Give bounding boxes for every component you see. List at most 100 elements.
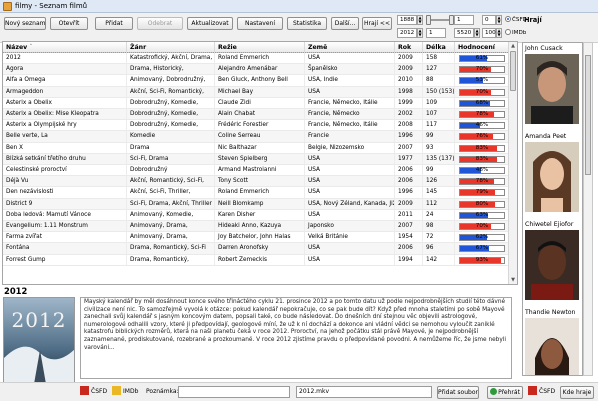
cell-year: 2011 [395,209,423,221]
add-file-button[interactable]: Přidat soubor [437,386,479,399]
column-header-genre[interactable]: Žánr [127,42,215,53]
table-row[interactable]: Alfa a Omega Animovaný, Dobrodružný, Ben G… [3,75,509,87]
stats-button[interactable]: Statistika [287,17,327,30]
rating-to-spinner[interactable]: ▲ ▼ [496,28,502,38]
table-scrollbar[interactable]: ▲ ▼ [508,42,517,284]
column-header-rating[interactable]: Hodnocení [455,42,509,53]
table-row[interactable]: Agora Drama, Historický, Alejandro Amenába… [3,64,509,76]
cell-genre: Drama [127,142,215,154]
table-row[interactable]: Belle verte, La Komedie Coline Serreau Fran… [3,131,509,143]
imdb-link[interactable]: IMDb [112,386,138,399]
movie-table[interactable]: Název ˆ Žánr Režie Země Rok Délka Hodnoc… [2,41,518,285]
year-from-field[interactable]: 1888 [397,15,417,25]
scroll-up-icon[interactable]: ▲ [509,42,517,50]
actor-card[interactable]: Amanda Peet [525,133,579,212]
rating-from-field[interactable]: 0 [482,15,496,25]
cell-length: 99 [423,165,455,176]
update-button[interactable]: Aktualizovat [187,17,233,30]
cell-name: Asterix a Obelix: Mise Kleopatra [3,109,127,120]
actor-card[interactable]: Chiwetel Ejiofor [525,221,579,300]
cell-length: 98 [423,221,455,232]
table-row[interactable]: Fontána Drama, Romantický, Sci-Fi Darren A… [3,243,509,255]
add-button[interactable]: Přidat [95,17,133,30]
cell-year: 2007 [395,142,423,154]
rating-bar: 79% [459,189,505,197]
rating-bar: 70% [459,223,505,230]
column-header-director[interactable]: Režie [215,42,305,53]
rating-percent: 79% [475,189,489,196]
column-header-country[interactable]: Země [305,42,395,53]
table-row[interactable]: Blízká setkání třetího druhu Sci-Fi, Dram… [3,153,509,165]
length-to-spinner[interactable]: ▲ ▼ [474,28,480,38]
length-min-field[interactable]: 1 [454,15,474,25]
cell-year: 2006 [395,176,423,188]
cell-name: Farma zvířat [3,232,127,244]
table-row[interactable]: District 9 Sci-Fi, Drama, Akční, Thriller… [3,198,509,210]
table-row[interactable]: Déjà Vu Akční, Romantický, Sci-Fi, Tony Sc… [3,176,509,188]
cell-length: 117 [423,120,455,132]
window-title: filmy - Seznam filmů [15,2,88,10]
cell-country: Belgie, Nizozemsko [305,142,395,154]
csfd-link[interactable]: ČSFD [80,386,107,399]
actors-scroll-thumb[interactable] [585,55,591,175]
cell-length: 145 [423,187,455,199]
table-row[interactable]: Asterix a Obelix Dobrodružný, Komedie, Cla… [3,97,509,109]
scroll-down-icon[interactable]: ▼ [509,276,517,284]
open-button[interactable]: Otevřít [50,17,88,30]
table-row[interactable]: 2012 Katastrofický, Akční, Drama, Roland E… [3,51,510,66]
rating-from-spinner[interactable]: ▲ ▼ [496,15,502,25]
cell-year: 2008 [395,120,423,132]
table-row[interactable]: Evangelium: 1.11 Monstrum Animovaný, Dram… [3,221,509,233]
year-slider[interactable] [426,15,454,25]
actor-card[interactable]: Thandie Newton [525,309,579,375]
cell-director: Karen Disher [215,209,305,221]
table-row[interactable]: Doba ledová: Mamutí Vánoce Animovaný, Kom… [3,209,509,221]
table-row[interactable]: Asterix a Obelix: Mise Kleopatra Dobrodru… [3,109,509,121]
cell-name: Agora [3,64,127,76]
new-list-button[interactable]: Nový seznam [4,17,46,30]
more-button[interactable]: Další... [331,17,359,30]
csfd-where-link[interactable]: ČSFD [528,386,555,399]
file-path-field[interactable]: 2012.mkv [296,386,432,398]
rating-to-field[interactable]: 100 [482,28,496,38]
actors-toggle-button[interactable]: Hrají << [362,17,392,30]
table-row[interactable]: Ben X Drama Nic Balthazar Belgie, Nizozemsk… [3,142,509,154]
note-field[interactable] [178,386,290,398]
cell-director: Darren Aronofsky [215,243,305,255]
cell-year: 2006 [395,243,423,255]
table-row[interactable]: Asterix a Olympijské hry Dobrodružný, Kom… [3,120,509,132]
rating-percent: 63% [475,211,489,218]
remove-button[interactable]: Odebrat [137,17,183,30]
cell-director: Frédéric Forestier [215,120,305,132]
length-from-field[interactable]: 1 [426,28,446,38]
year-to-field[interactable]: 2012 [397,28,417,38]
actor-name: John Cusack [525,45,563,52]
column-header-name[interactable]: Název ˆ [3,42,127,53]
cell-year: 2007 [395,221,423,232]
play-button[interactable]: Přehrát [487,386,523,399]
imdb-radio[interactable]: IMDb [505,29,526,37]
cell-name: Asterix a Obelix [3,97,127,109]
column-header-length[interactable]: Délka [423,42,455,53]
rating-percent: 61% [475,55,489,61]
table-row[interactable]: Armageddon Akční, Sci-Fi, Romantický, Mich… [3,86,509,98]
table-row[interactable]: Den nezávislosti Akční, Sci-Fi, Thriller,… [3,187,509,199]
settings-button[interactable]: Nastavení [237,17,283,30]
cell-year: 2009 [395,198,423,210]
movie-description[interactable]: Mayský kalendář by měl dosáhnout konce s… [80,297,512,379]
table-row[interactable]: Celestinské proroctví Dobrodružný Armand M… [3,165,509,177]
column-header-year[interactable]: Rok [395,42,423,53]
year-slider-low-thumb[interactable] [426,15,431,25]
rating-bar: 78% [459,178,505,186]
length-to-field[interactable]: 5520 [454,28,474,38]
cell-year: 1999 [395,97,423,109]
actors-scrollbar[interactable] [583,42,593,376]
table-row[interactable]: Farma zvířat Animovaný, Drama, Joy Batchel… [3,232,509,244]
actor-photo [525,53,579,124]
table-row[interactable]: Forrest Gump Drama, Romantický, Robert Zem… [3,254,509,266]
year-to-spinner[interactable]: ▲ ▼ [417,28,423,38]
where-playing-button[interactable]: Kde hraje [560,386,594,399]
actor-card[interactable]: John Cusack [525,45,579,124]
table-scroll-thumb[interactable] [510,51,516,91]
year-from-spinner[interactable]: ▲ ▼ [417,15,423,25]
